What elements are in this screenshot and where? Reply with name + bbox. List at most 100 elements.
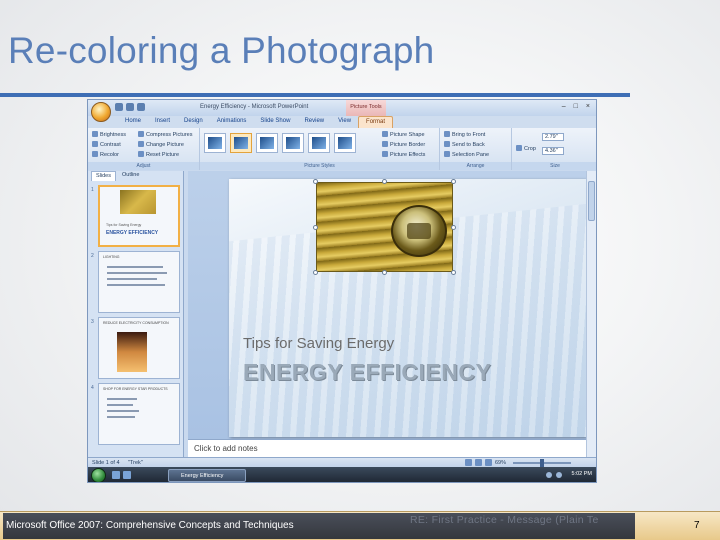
view-buttons <box>465 459 492 466</box>
bring-to-front-button[interactable]: Bring to Front <box>444 131 485 138</box>
slide-thumbnail-1[interactable]: Tips for Saving Energy ENERGY EFFICIENCY <box>98 185 180 247</box>
ribbon-tabs: Home Insert Design Animations Slide Show… <box>88 116 596 128</box>
slide-thumbnail-2[interactable]: LIGHTING <box>98 251 180 313</box>
picture-style-4[interactable] <box>282 133 304 153</box>
volume-icon[interactable] <box>556 472 562 478</box>
picture-effects-button[interactable]: Picture Effects <box>382 151 425 158</box>
width-field[interactable]: 4.36" <box>542 147 564 155</box>
height-field[interactable]: 2.79" <box>542 133 564 141</box>
resize-handle[interactable] <box>313 179 318 184</box>
minimize-icon[interactable]: – <box>562 103 566 110</box>
zoom-level[interactable]: 69% <box>495 460 506 466</box>
adjust-group-label: Adjust <box>88 162 199 170</box>
thumbnail-text-line <box>107 272 167 274</box>
footer-ghost-text: RE: First Practice - Message (Plain Te <box>410 514 599 526</box>
window-title: Energy Efficiency - Microsoft PowerPoint <box>200 104 309 110</box>
thumbnail-text-line <box>107 266 163 268</box>
tab-animations[interactable]: Animations <box>210 116 254 128</box>
start-button-icon[interactable] <box>91 468 106 482</box>
resize-handle[interactable] <box>382 179 387 184</box>
slide-main-title[interactable]: ENERGY EFFICIENCY <box>243 359 491 386</box>
taskbar-clock: 5:02 PM <box>571 471 592 477</box>
resize-handle[interactable] <box>451 270 456 275</box>
thumbnail-heading: LIGHTING <box>103 255 120 259</box>
thumbnail-text-line <box>107 278 157 280</box>
selected-photo[interactable] <box>316 182 453 272</box>
office-button-icon[interactable] <box>91 102 111 122</box>
tab-format[interactable]: Format <box>358 116 394 128</box>
slide-number: 2 <box>91 253 94 259</box>
tab-slides[interactable]: Slides <box>91 171 116 181</box>
pane-tabs: Slides Outline <box>88 171 183 181</box>
picture-style-3[interactable] <box>256 133 278 153</box>
picture-style-5[interactable] <box>308 133 330 153</box>
resize-handle[interactable] <box>451 225 456 230</box>
recolor-button[interactable]: Recolor <box>92 151 119 158</box>
thumbnail-photo <box>117 332 147 372</box>
tab-outline[interactable]: Outline <box>118 171 143 181</box>
tab-insert[interactable]: Insert <box>148 116 177 128</box>
picture-border-button[interactable]: Picture Border <box>382 141 425 148</box>
tab-view[interactable]: View <box>331 116 358 128</box>
scrollbar-thumb[interactable] <box>588 181 595 221</box>
thumbnail-title: ENERGY EFFICIENCY <box>106 230 159 236</box>
size-group-label: Size <box>512 162 596 170</box>
reset-picture-button[interactable]: Reset Picture <box>138 151 179 158</box>
thumbnail-subtitle: Tips for Saving Energy <box>106 223 142 227</box>
theme-status: "Trek" <box>128 460 143 466</box>
quick-access-toolbar <box>115 103 145 111</box>
picture-style-6[interactable] <box>334 133 356 153</box>
resize-handle[interactable] <box>451 179 456 184</box>
slide-sorter-icon[interactable] <box>475 459 482 466</box>
windows-taskbar: Energy Efficiency 5:02 PM <box>88 467 596 482</box>
slide-number: 1 <box>91 187 94 193</box>
system-tray <box>546 472 562 478</box>
undo-icon[interactable] <box>126 103 134 111</box>
zoom-slider-knob[interactable] <box>540 459 544 467</box>
slide-thumbnail-3[interactable]: REDUCE ELECTRICITY CONSUMPTION <box>98 317 180 379</box>
brightness-button[interactable]: Brightness <box>92 131 126 138</box>
switch-windows-icon[interactable] <box>123 471 131 479</box>
slide-count-status: Slide 1 of 4 <box>92 460 120 466</box>
tab-slide-show[interactable]: Slide Show <box>253 116 297 128</box>
normal-view-icon[interactable] <box>465 459 472 466</box>
slide-show-icon[interactable] <box>485 459 492 466</box>
crop-button[interactable]: Crop <box>516 145 536 152</box>
arrange-group-label: Arrange <box>440 162 511 170</box>
powerpoint-screenshot: Energy Efficiency - Microsoft PowerPoint… <box>87 99 597 483</box>
save-icon[interactable] <box>115 103 123 111</box>
contrast-button[interactable]: Contrast <box>92 141 121 148</box>
picture-tools-header: Picture Tools <box>346 100 386 116</box>
picture-style-1[interactable] <box>204 133 226 153</box>
thumbnail-heading: REDUCE ELECTRICITY CONSUMPTION <box>103 321 169 325</box>
vertical-scrollbar[interactable] <box>586 171 596 457</box>
tab-home[interactable]: Home <box>118 116 148 128</box>
tab-design[interactable]: Design <box>177 116 210 128</box>
send-to-back-button[interactable]: Send to Back <box>444 141 485 148</box>
tab-review[interactable]: Review <box>297 116 331 128</box>
close-icon[interactable]: × <box>586 103 590 110</box>
main-slide[interactable]: Tips for Saving Energy ENERGY EFFICIENCY <box>229 179 586 437</box>
thumbnail-heading: SHOP FOR ENERGY STAR PRODUCTS <box>103 387 168 391</box>
compress-pictures-button[interactable]: Compress Pictures <box>138 131 192 138</box>
slide-thumbnail-4[interactable]: SHOP FOR ENERGY STAR PRODUCTS <box>98 383 180 445</box>
ribbon: Brightness Contrast Recolor Compress Pic… <box>88 128 596 170</box>
thumbnail-photo <box>120 190 156 214</box>
network-icon[interactable] <box>546 472 552 478</box>
notes-pane[interactable]: Click to add notes <box>188 439 586 457</box>
selection-pane-button[interactable]: Selection Pane <box>444 151 489 158</box>
electric-meter-image <box>391 205 447 257</box>
taskbar-button-energy-efficiency[interactable]: Energy Efficiency <box>168 469 246 482</box>
title-rule <box>0 93 630 97</box>
redo-icon[interactable] <box>137 103 145 111</box>
slide-subtitle[interactable]: Tips for Saving Energy <box>243 335 394 352</box>
picture-shape-button[interactable]: Picture Shape <box>382 131 425 138</box>
resize-handle[interactable] <box>313 225 318 230</box>
picture-style-2[interactable] <box>230 133 252 153</box>
resize-handle[interactable] <box>313 270 318 275</box>
show-desktop-icon[interactable] <box>112 471 120 479</box>
change-picture-button[interactable]: Change Picture <box>138 141 184 148</box>
maximize-icon[interactable]: □ <box>574 103 578 110</box>
resize-handle[interactable] <box>382 270 387 275</box>
slide-title: Re-coloring a Photograph <box>8 30 435 71</box>
